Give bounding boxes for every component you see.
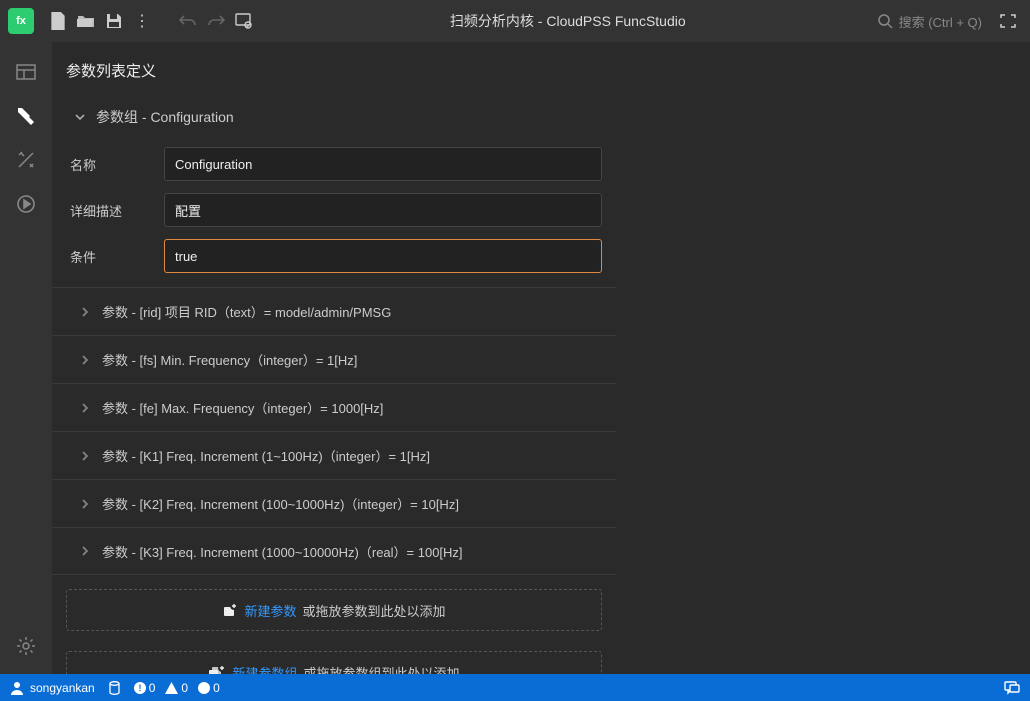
- window-title: 扫频分析内核 - CloudPSS FuncStudio: [258, 11, 878, 31]
- panel-title: 参数列表定义: [52, 56, 616, 99]
- param-row[interactable]: 参数 - [K2] Freq. Increment (100~1000Hz)（i…: [52, 479, 616, 527]
- fullscreen-button[interactable]: [994, 7, 1022, 35]
- preview-button[interactable]: [230, 7, 258, 35]
- status-user[interactable]: songyankan: [10, 681, 95, 695]
- param-row[interactable]: 参数 - [K3] Freq. Increment (1000~10000Hz)…: [52, 527, 616, 575]
- param-row[interactable]: 参数 - [fs] Min. Frequency（integer）= 1[Hz]: [52, 335, 616, 383]
- status-counts[interactable]: ! 0 0 0: [134, 681, 220, 695]
- new-group-dropzone[interactable]: 新建参数组或拖放参数组到此处以添加: [66, 651, 602, 674]
- status-feedback[interactable]: [1004, 681, 1020, 695]
- sidebar-params[interactable]: [6, 96, 46, 136]
- search-placeholder: 搜索 (Ctrl + Q): [899, 12, 982, 31]
- new-param-dropzone[interactable]: 新建参数或拖放参数到此处以添加: [66, 589, 602, 631]
- undo-button[interactable]: [174, 7, 202, 35]
- add-group-icon: [208, 664, 226, 674]
- user-icon: [10, 681, 24, 695]
- param-label: 参数 - [rid] 项目 RID（text）= model/admin/PMS…: [102, 302, 391, 321]
- svg-text:!: !: [138, 683, 141, 693]
- storage-icon: [109, 681, 120, 695]
- param-label: 参数 - [K1] Freq. Increment (1~100Hz)（inte…: [102, 446, 430, 465]
- chevron-right-icon: [80, 403, 90, 413]
- sidebar-overview[interactable]: [6, 52, 46, 92]
- error-count: 0: [149, 681, 156, 695]
- open-file-button[interactable]: [72, 7, 100, 35]
- more-button[interactable]: ⋮: [128, 7, 156, 35]
- status-username: songyankan: [30, 681, 95, 695]
- param-label: 参数 - [fs] Min. Frequency（integer）= 1[Hz]: [102, 350, 357, 369]
- warning-icon: [165, 682, 178, 694]
- add-param-icon: [222, 602, 238, 618]
- app-logo: fx: [8, 8, 34, 34]
- param-label: 参数 - [fe] Max. Frequency（integer）= 1000[…: [102, 398, 383, 417]
- sidebar-tools[interactable]: [6, 140, 46, 180]
- info-count: 0: [213, 681, 220, 695]
- new-file-button[interactable]: [44, 7, 72, 35]
- desc-input[interactable]: [164, 193, 602, 227]
- chevron-right-icon: [80, 499, 90, 509]
- main-panel: 参数列表定义 参数组 - Configuration 名称 详细描述 条件 参数…: [52, 42, 1030, 674]
- statusbar: songyankan ! 0 0 0: [0, 674, 1030, 701]
- save-file-button[interactable]: [100, 7, 128, 35]
- chevron-right-icon: [80, 355, 90, 365]
- param-group-header[interactable]: 参数组 - Configuration: [52, 99, 616, 141]
- sidebar-settings[interactable]: [6, 626, 46, 666]
- new-group-link: 新建参数组: [232, 663, 297, 675]
- chevron-right-icon: [80, 451, 90, 461]
- new-param-link: 新建参数: [244, 601, 296, 620]
- new-group-rest: 或拖放参数组到此处以添加: [304, 663, 460, 675]
- sidebar: [0, 42, 52, 674]
- new-param-rest: 或拖放参数到此处以添加: [303, 601, 446, 620]
- desc-label: 详细描述: [66, 201, 164, 220]
- titlebar: fx ⋮ 扫频分析内核 - CloudPSS FuncStudio 搜索 (Ct…: [0, 0, 1030, 42]
- param-row[interactable]: 参数 - [K1] Freq. Increment (1~100Hz)（inte…: [52, 431, 616, 479]
- name-input[interactable]: [164, 147, 602, 181]
- param-row[interactable]: 参数 - [rid] 项目 RID（text）= model/admin/PMS…: [52, 287, 616, 335]
- search-box[interactable]: 搜索 (Ctrl + Q): [878, 12, 982, 31]
- warning-count: 0: [181, 681, 188, 695]
- status-storage[interactable]: [109, 681, 120, 695]
- chevron-down-icon: [74, 111, 86, 123]
- name-label: 名称: [66, 155, 164, 174]
- param-row[interactable]: 参数 - [fe] Max. Frequency（integer）= 1000[…: [52, 383, 616, 431]
- param-label: 参数 - [K2] Freq. Increment (100~1000Hz)（i…: [102, 494, 459, 513]
- chevron-right-icon: [80, 546, 90, 556]
- param-label: 参数 - [K3] Freq. Increment (1000~10000Hz)…: [102, 542, 463, 561]
- sidebar-run[interactable]: [6, 184, 46, 224]
- group-header-label: 参数组 - Configuration: [96, 107, 234, 127]
- cond-label: 条件: [66, 247, 164, 266]
- cond-input[interactable]: [164, 239, 602, 273]
- chevron-right-icon: [80, 307, 90, 317]
- info-icon: [198, 682, 210, 694]
- search-icon: [878, 14, 893, 29]
- error-icon: !: [134, 682, 146, 694]
- chat-icon: [1004, 681, 1020, 695]
- redo-button[interactable]: [202, 7, 230, 35]
